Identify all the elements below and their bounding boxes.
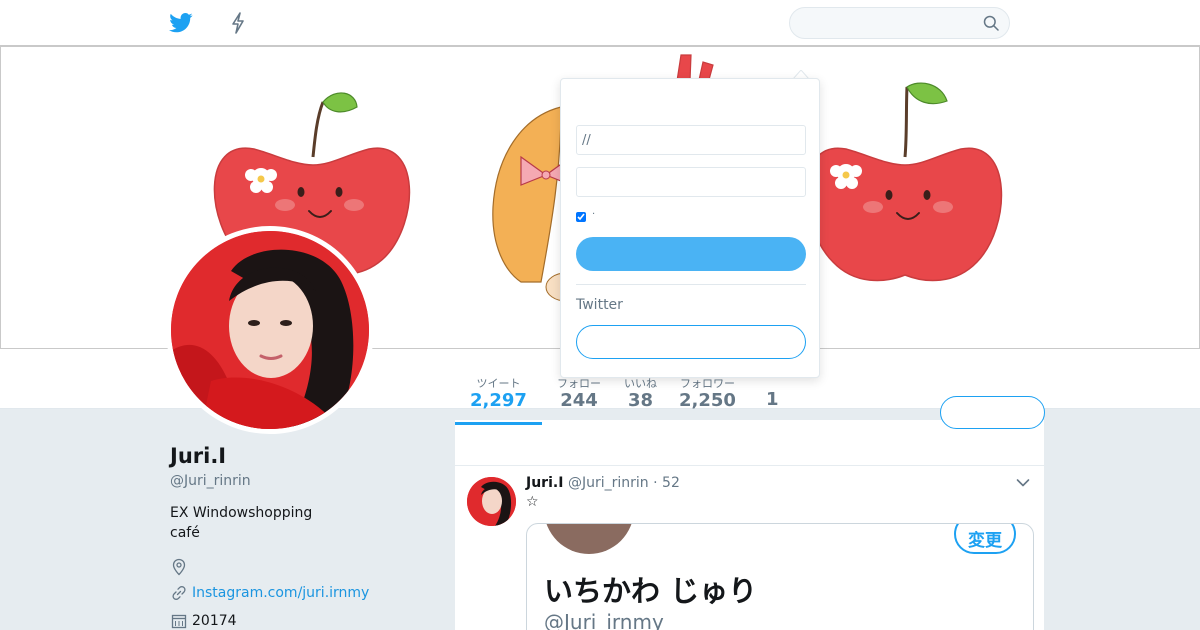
- stat-label: フォロワー: [679, 377, 735, 390]
- stat-label: いいね: [624, 377, 657, 390]
- login-button[interactable]: [576, 237, 806, 271]
- media-profile-name: いちかわ じゅり: [544, 574, 758, 608]
- follow-button[interactable]: [940, 396, 1045, 429]
- active-tab-underline: [455, 422, 542, 425]
- stat-following[interactable]: フォロー 244: [557, 378, 601, 412]
- login-dropdown: · Twitter: [560, 78, 820, 378]
- tweet-author-handle[interactable]: @Juri_rinrin · 52: [568, 475, 680, 491]
- tweet[interactable]: Juri.I @Juri_rinrin · 52 ☆ 変更 いちかわ じゅり @…: [455, 466, 1044, 630]
- username-field[interactable]: [576, 125, 806, 155]
- divider: [576, 284, 806, 285]
- tweet-avatar-photo: [467, 477, 516, 526]
- top-nav: [0, 0, 1200, 46]
- profile-handle[interactable]: @Juri_rinrin: [170, 473, 251, 489]
- profile-location: [170, 558, 192, 576]
- profile-name: Juri.I: [170, 444, 227, 468]
- password-field[interactable]: [576, 167, 806, 197]
- stat-label: ツイート: [476, 377, 521, 390]
- location-pin-icon: [172, 558, 186, 576]
- lightning-bolt-icon[interactable]: [226, 12, 250, 34]
- stat-value: 244: [560, 390, 598, 411]
- avatar[interactable]: [166, 226, 374, 434]
- stat-followers[interactable]: フォロワー 2,250: [679, 378, 736, 412]
- search-box: [789, 7, 1010, 39]
- stat-value: 2,297: [470, 390, 527, 411]
- calendar-icon: [171, 614, 187, 629]
- media-edit-button: 変更: [954, 524, 1016, 554]
- link-icon: [172, 586, 186, 600]
- stat-value: 1: [766, 389, 779, 410]
- signup-button[interactable]: [576, 325, 806, 359]
- profile-joined: 20174: [170, 612, 237, 630]
- avatar-photo: [171, 231, 369, 429]
- media-avatar: [544, 524, 634, 554]
- remember-me-checkbox[interactable]: [576, 212, 586, 222]
- stat-value: 38: [627, 390, 654, 411]
- apple-illustration-right: [805, 82, 1003, 282]
- tweet-author-name[interactable]: Juri.I: [526, 475, 563, 491]
- tweet-media[interactable]: 変更 いちかわ じゅり @Juri_irnmy: [526, 523, 1034, 630]
- chevron-down-icon[interactable]: [1016, 478, 1030, 488]
- search-input[interactable]: [790, 8, 970, 38]
- stat-label: フォロー: [557, 377, 601, 390]
- stat-lists[interactable]: 1: [766, 389, 779, 411]
- stat-value: 2,250: [679, 390, 736, 411]
- tweet-text: ☆: [526, 494, 539, 510]
- stat-likes[interactable]: いいね 38: [624, 378, 657, 412]
- remember-me-label: ·: [592, 209, 596, 220]
- twitter-bird-icon[interactable]: [169, 12, 193, 34]
- stat-tweets[interactable]: ツイート 2,297: [470, 378, 527, 412]
- profile-url[interactable]: Instagram.com/juri.irnmy: [170, 584, 369, 602]
- joined-text: 20174: [192, 613, 237, 629]
- signup-prompt: Twitter: [576, 297, 623, 313]
- media-profile-handle: @Juri_irnmy: [544, 610, 664, 630]
- tweet-avatar[interactable]: [467, 477, 516, 526]
- profile-bio: EX Windowshopping café: [170, 505, 313, 541]
- profile-url-link[interactable]: Instagram.com/juri.irnmy: [192, 585, 369, 601]
- search-icon[interactable]: [983, 15, 999, 31]
